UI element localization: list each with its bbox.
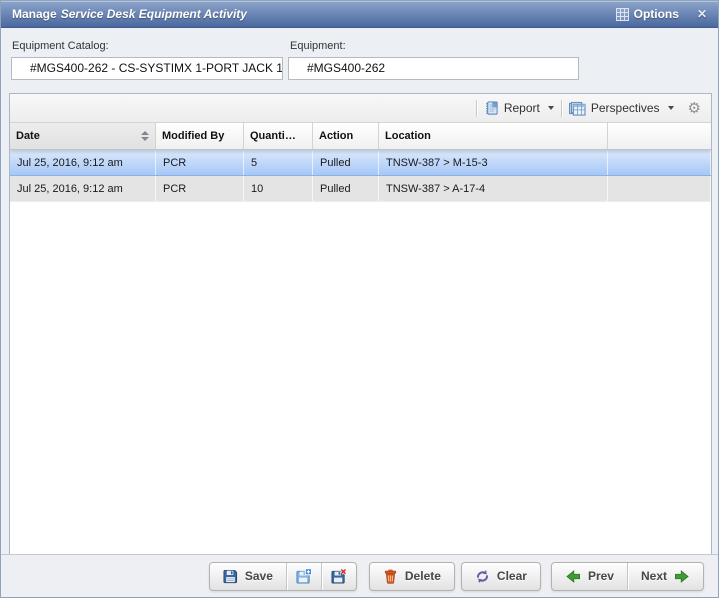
perspectives-button[interactable]: Perspectives xyxy=(564,98,679,119)
delete-button[interactable]: Delete xyxy=(370,563,454,590)
prev-next-button-group: Prev Next xyxy=(551,562,704,591)
floppy-plus-icon xyxy=(296,568,312,584)
cell-empty xyxy=(608,150,711,175)
clear-button-group: Clear xyxy=(461,562,541,591)
table-row[interactable]: Jul 25, 2016, 9:12 am PCR 10 Pulled TNSW… xyxy=(10,176,711,202)
toolbar-separator xyxy=(561,100,562,117)
trash-icon xyxy=(383,569,398,584)
close-icon[interactable]: ✕ xyxy=(697,7,707,21)
save-new-button[interactable] xyxy=(286,563,321,590)
cell-empty xyxy=(608,176,711,201)
window-title: Manage Service Desk Equipment Activity xyxy=(12,7,616,21)
cell-date: Jul 25, 2016, 9:12 am xyxy=(10,150,156,175)
save-label: Save xyxy=(245,569,273,583)
activity-grid-panel: Report Perspectives ⚙ xyxy=(9,93,712,555)
perspectives-label: Perspectives xyxy=(591,101,660,115)
layered-tables-icon xyxy=(569,101,586,116)
save-button[interactable]: Save xyxy=(210,563,286,590)
window-title-emphasis: Service Desk Equipment Activity xyxy=(61,7,247,21)
chevron-down-icon xyxy=(668,106,674,110)
equipment-catalog-field[interactable]: #MGS400-262 - CS-SYSTIMX 1-PORT JACK 110… xyxy=(11,57,283,80)
cell-action: Pulled xyxy=(313,150,379,175)
cell-action: Pulled xyxy=(313,176,379,201)
column-header-empty xyxy=(608,123,711,149)
column-header-date[interactable]: Date xyxy=(10,123,156,149)
cell-location: TNSW-387 > A-17-4 xyxy=(379,176,608,201)
arrow-left-icon xyxy=(565,569,581,584)
gear-icon[interactable]: ⚙ xyxy=(688,101,701,116)
window-title-prefix: Manage xyxy=(12,7,57,21)
title-bar: Manage Service Desk Equipment Activity Op… xyxy=(1,1,718,28)
cell-quantity: 10 xyxy=(244,176,313,201)
next-button[interactable]: Next xyxy=(627,563,703,590)
options-label: Options xyxy=(634,7,679,21)
arrow-right-icon xyxy=(674,569,690,584)
floppy-x-icon xyxy=(331,568,347,584)
delete-label: Delete xyxy=(405,569,441,583)
toolbar-separator xyxy=(476,100,477,117)
delete-button-group: Delete xyxy=(369,562,455,591)
column-header-action[interactable]: Action xyxy=(313,123,379,149)
sort-arrows-icon xyxy=(141,131,149,141)
equipment-field[interactable]: #MGS400-262 xyxy=(288,57,579,80)
column-header-quantity[interactable]: Quanti… xyxy=(244,123,313,149)
options-button[interactable]: Options xyxy=(616,7,679,21)
clear-button[interactable]: Clear xyxy=(462,563,540,590)
column-header-location[interactable]: Location xyxy=(379,123,608,149)
report-button[interactable]: Report xyxy=(479,98,559,119)
grid-header-row: Date Modified By Quanti… Action Location xyxy=(10,123,711,150)
cell-quantity: 5 xyxy=(244,150,313,175)
clear-label: Clear xyxy=(497,569,527,583)
grid-toolbar: Report Perspectives ⚙ xyxy=(10,94,711,123)
equipment-label: Equipment: xyxy=(290,40,346,52)
footer-toolbar: Save xyxy=(1,554,718,597)
floppy-icon xyxy=(223,569,238,584)
equipment-catalog-label: Equipment Catalog: xyxy=(12,40,109,52)
notebook-icon xyxy=(484,101,499,116)
report-label: Report xyxy=(504,101,540,115)
prev-button[interactable]: Prev xyxy=(552,563,627,590)
cell-modified-by: PCR xyxy=(156,150,244,175)
cell-modified-by: PCR xyxy=(156,176,244,201)
prev-label: Prev xyxy=(588,569,614,583)
next-label: Next xyxy=(641,569,667,583)
table-row[interactable]: Jul 25, 2016, 9:12 am PCR 5 Pulled TNSW-… xyxy=(10,150,711,176)
refresh-icon xyxy=(475,569,490,584)
grid-empty-area xyxy=(10,202,711,554)
cell-date: Jul 25, 2016, 9:12 am xyxy=(10,176,156,201)
chevron-down-icon xyxy=(548,106,554,110)
manage-equipment-activity-window: Manage Service Desk Equipment Activity Op… xyxy=(0,0,719,598)
column-header-modified-by[interactable]: Modified By xyxy=(156,123,244,149)
save-button-group: Save xyxy=(209,562,357,591)
cell-location: TNSW-387 > M-15-3 xyxy=(379,150,608,175)
save-close-button[interactable] xyxy=(321,563,356,590)
grid-table-icon xyxy=(616,8,629,21)
